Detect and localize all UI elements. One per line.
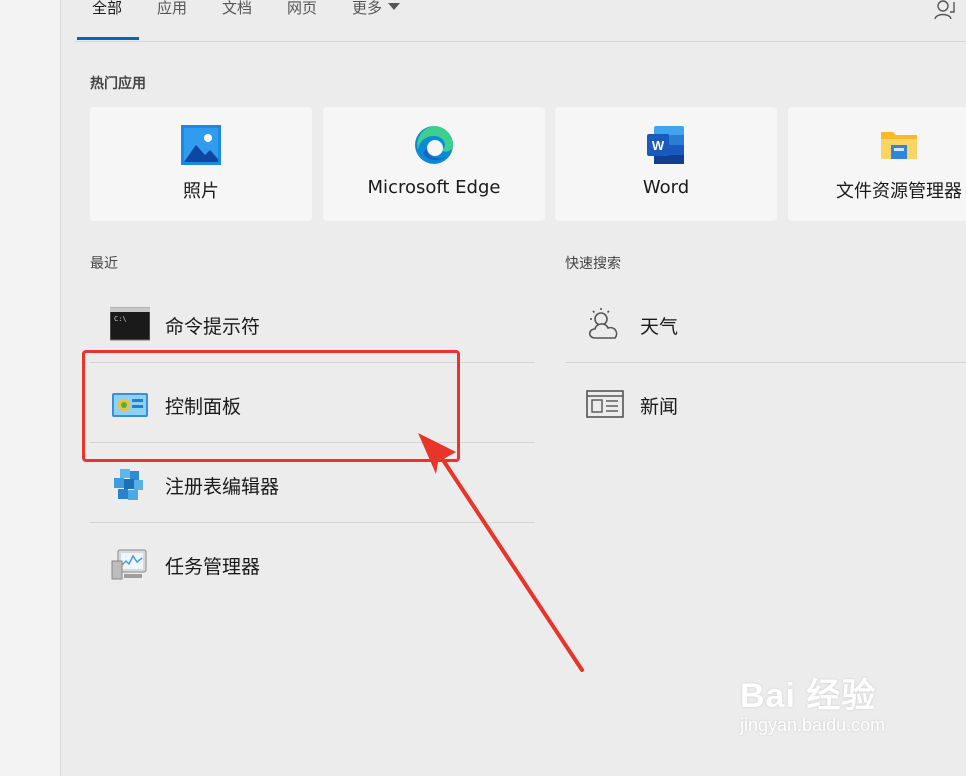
annotation-arrow-icon [418, 433, 584, 672]
baidu-jingyan-watermark: Bai 经验 jingyan.baidu.com [740, 668, 885, 736]
watermark-main-text: Bai 经验 [740, 677, 877, 715]
watermark-url-text: jingyan.baidu.com [740, 715, 886, 735]
